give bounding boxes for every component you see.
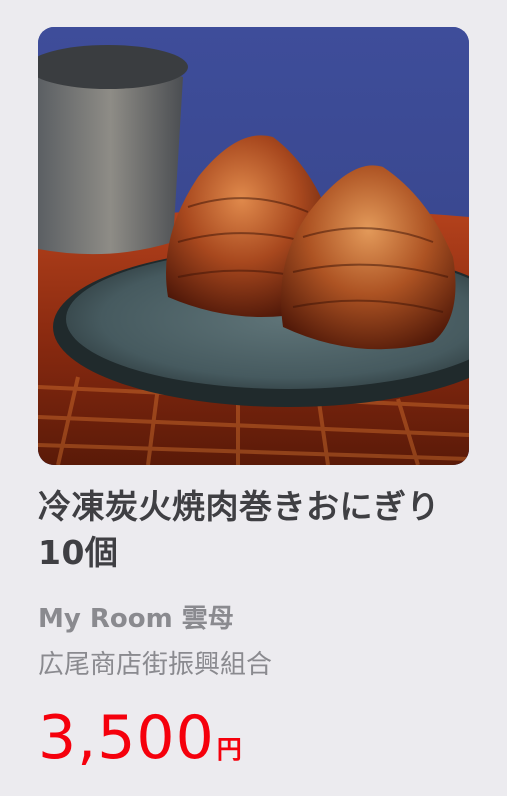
shop-organization: 広尾商店街振興組合 [38,650,273,680]
price-amount: 3,500 [38,703,215,773]
price: 3,500円 [38,700,242,776]
onigiri-photo [38,27,469,465]
shop-info: My Room 雲母 広尾商店街振興組合 [38,596,478,688]
product-title[interactable]: 冷凍炭火焼肉巻きおにぎり10個 [38,484,478,576]
price-unit: 円 [216,735,242,764]
product-card[interactable]: 冷凍炭火焼肉巻きおにぎり10個 My Room 雲母 広尾商店街振興組合 3,5… [0,0,507,796]
shop-name[interactable]: My Room 雲母 [38,596,478,642]
product-image[interactable] [38,27,469,465]
